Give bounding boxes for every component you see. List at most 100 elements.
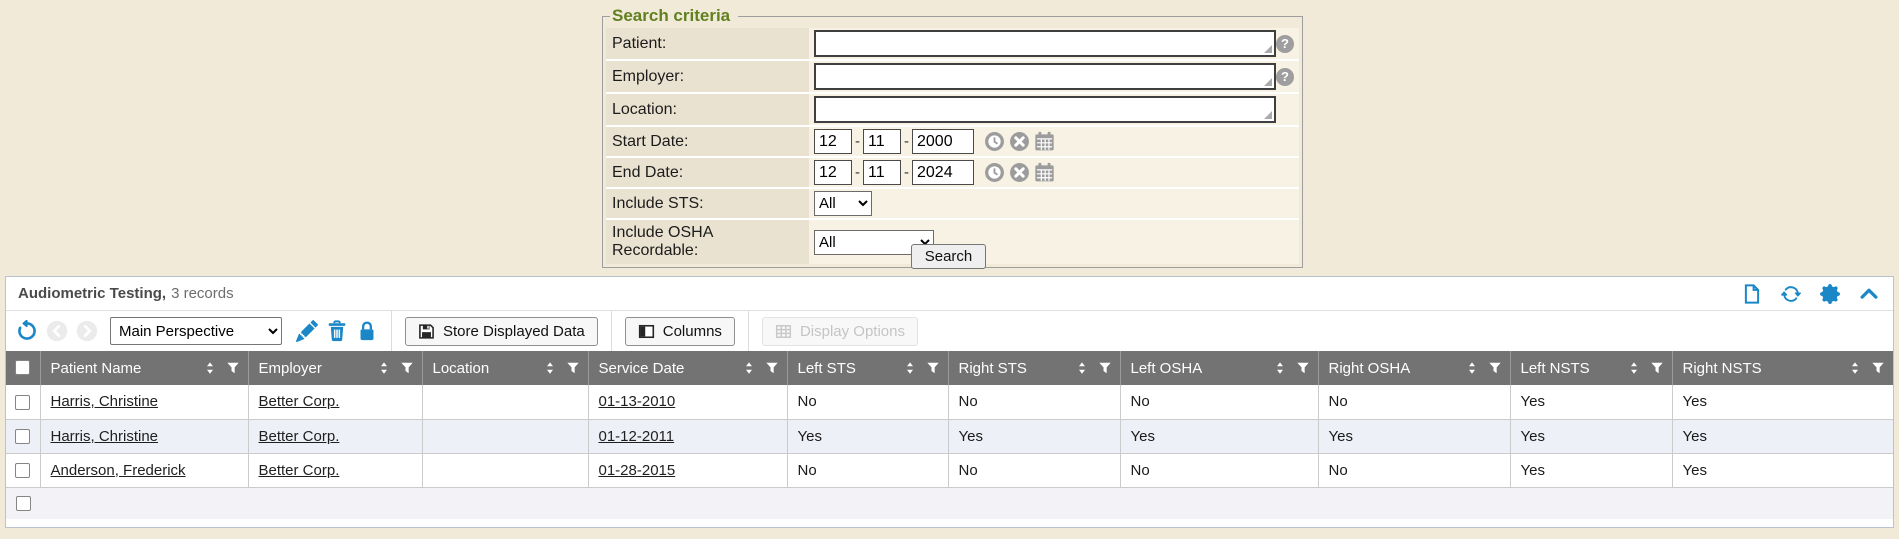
filter-icon[interactable] xyxy=(926,361,940,375)
cell-value: No xyxy=(948,385,1120,419)
start-year-input[interactable] xyxy=(912,129,974,154)
filter-icon[interactable] xyxy=(1650,361,1664,375)
column-label: Left NSTS xyxy=(1521,360,1590,377)
cell-link[interactable]: Anderson, Frederick xyxy=(51,462,186,479)
sort-icon[interactable] xyxy=(1273,361,1287,375)
patient-input[interactable] xyxy=(814,30,1276,57)
clear-date-icon[interactable] xyxy=(1009,131,1030,152)
table-row: Harris, Christine Better Corp. 01-13-2010 N… xyxy=(6,385,1893,419)
employer-label: Employer: xyxy=(606,61,809,92)
cell-link[interactable]: Better Corp. xyxy=(259,428,340,445)
search-button[interactable]: Search xyxy=(911,244,987,269)
cell-value: Yes xyxy=(1510,385,1672,419)
column-label: Left OSHA xyxy=(1131,360,1203,377)
cell-link[interactable]: 01-12-2011 xyxy=(599,428,675,445)
delete-perspective-icon[interactable] xyxy=(326,320,348,342)
filter-icon[interactable] xyxy=(1098,361,1112,375)
filter-icon[interactable] xyxy=(226,361,240,375)
next-perspective-icon xyxy=(76,320,98,342)
end-year-input[interactable] xyxy=(912,160,974,185)
end-day-input[interactable] xyxy=(863,160,901,185)
column-header-location[interactable]: Location xyxy=(422,351,588,385)
column-header-left-sts[interactable]: Left STS xyxy=(787,351,948,385)
filter-icon[interactable] xyxy=(400,361,414,375)
column-header-patient-name[interactable]: Patient Name xyxy=(40,351,248,385)
new-document-icon[interactable] xyxy=(1742,284,1762,304)
clear-date-icon[interactable] xyxy=(1009,162,1030,183)
sort-icon[interactable] xyxy=(203,361,217,375)
select-all-checkbox[interactable] xyxy=(15,360,30,375)
help-icon[interactable] xyxy=(1276,35,1294,53)
sort-icon[interactable] xyxy=(1848,361,1862,375)
cell-link[interactable]: Harris, Christine xyxy=(51,393,159,410)
end-date-label: End Date: xyxy=(606,158,809,187)
start-date-label: Start Date: xyxy=(606,127,809,156)
location-label: Location: xyxy=(606,94,809,125)
collapse-panel-icon[interactable] xyxy=(1859,284,1879,304)
sort-icon[interactable] xyxy=(377,361,391,375)
column-header-left-osha[interactable]: Left OSHA xyxy=(1120,351,1318,385)
lock-perspective-icon[interactable] xyxy=(356,320,378,342)
search-criteria-legend: Search criteria xyxy=(610,6,738,26)
column-header-left-nsts[interactable]: Left NSTS xyxy=(1510,351,1672,385)
sort-icon[interactable] xyxy=(1465,361,1479,375)
sort-icon[interactable] xyxy=(1627,361,1641,375)
filter-icon[interactable] xyxy=(1871,361,1885,375)
filter-icon[interactable] xyxy=(1488,361,1502,375)
save-icon xyxy=(418,323,435,340)
cell-link[interactable]: Better Corp. xyxy=(259,462,340,479)
filter-icon[interactable] xyxy=(1296,361,1310,375)
sort-icon[interactable] xyxy=(742,361,756,375)
filter-icon[interactable] xyxy=(566,361,580,375)
cell-link[interactable]: Better Corp. xyxy=(259,393,340,410)
cell-value: Yes xyxy=(1672,453,1893,487)
column-header-service-date[interactable]: Service Date xyxy=(588,351,787,385)
cell-value xyxy=(422,453,588,487)
sort-icon[interactable] xyxy=(543,361,557,375)
cell-value: No xyxy=(1120,453,1318,487)
row-checkbox[interactable] xyxy=(15,395,30,410)
previous-perspective-icon xyxy=(46,320,68,342)
clock-icon[interactable] xyxy=(984,162,1005,183)
filter-icon[interactable] xyxy=(765,361,779,375)
start-month-input[interactable] xyxy=(814,129,852,154)
record-count: 3 records xyxy=(171,285,234,302)
row-checkbox[interactable] xyxy=(15,463,30,478)
gear-icon[interactable] xyxy=(1820,284,1840,304)
help-icon[interactable] xyxy=(1276,68,1294,86)
refresh-icon[interactable] xyxy=(1781,284,1801,304)
column-header-right-sts[interactable]: Right STS xyxy=(948,351,1120,385)
display-options-icon xyxy=(775,323,792,340)
edit-perspective-icon[interactable] xyxy=(296,320,318,342)
employer-input[interactable] xyxy=(814,63,1276,90)
store-displayed-data-button[interactable]: Store Displayed Data xyxy=(405,317,598,346)
sort-icon[interactable] xyxy=(903,361,917,375)
column-header-right-nsts[interactable]: Right NSTS xyxy=(1672,351,1893,385)
calendar-icon[interactable] xyxy=(1034,162,1055,183)
date-separator xyxy=(855,164,860,181)
include-sts-select[interactable]: All xyxy=(814,191,872,216)
cell-link[interactable]: 01-13-2010 xyxy=(599,393,676,410)
toolbar-separator xyxy=(611,311,612,351)
cell-value: No xyxy=(787,453,948,487)
audiometric-testing-panel: Audiometric Testing, 3 records Main Pers… xyxy=(5,276,1894,528)
row-checkbox[interactable] xyxy=(15,429,30,444)
table-header-row: Patient NameEmployerLocationService Date… xyxy=(6,351,1893,385)
cell-link[interactable]: Harris, Christine xyxy=(51,428,159,445)
column-header-right-osha[interactable]: Right OSHA xyxy=(1318,351,1510,385)
reset-perspective-icon[interactable] xyxy=(16,320,38,342)
sort-icon[interactable] xyxy=(1075,361,1089,375)
clock-icon[interactable] xyxy=(984,131,1005,152)
perspective-select[interactable]: Main Perspective xyxy=(110,317,282,345)
columns-button[interactable]: Columns xyxy=(625,317,735,346)
end-month-input[interactable] xyxy=(814,160,852,185)
page: Search criteria Patient: Employer: Locat… xyxy=(0,0,1899,539)
calendar-icon[interactable] xyxy=(1034,131,1055,152)
cell-link[interactable]: 01-28-2015 xyxy=(599,462,676,479)
cell-value xyxy=(422,385,588,419)
start-day-input[interactable] xyxy=(863,129,901,154)
cell-value: Yes xyxy=(1510,453,1672,487)
footer-checkbox[interactable] xyxy=(16,496,31,511)
column-header-employer[interactable]: Employer xyxy=(248,351,422,385)
location-input[interactable] xyxy=(814,96,1276,123)
